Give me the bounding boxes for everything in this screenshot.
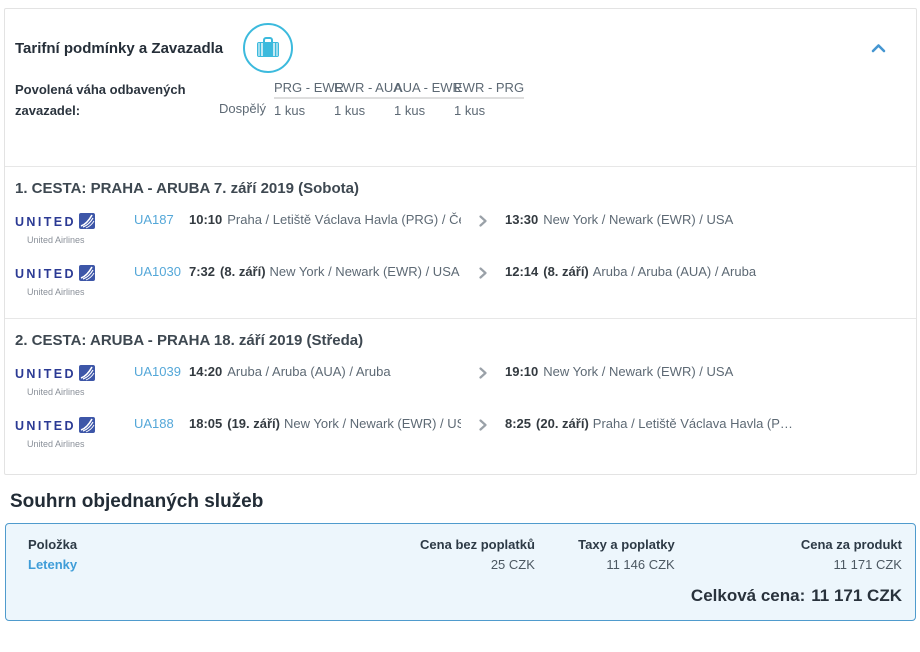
flight-row: UNITED United Airlines UA1039 14:20 Aruba… [5,354,916,406]
united-wordmark: UNITED [15,419,76,434]
flight-number[interactable]: UA188 [134,415,189,431]
column-header-taxes-fees: Taxy a poplatky [578,536,675,552]
journey-1-heading: 1. CESTA: PRAHA - ARUBA 7. září 2019 (So… [15,179,359,197]
united-globe-icon [78,364,95,384]
airline-logo: UNITED United Airlines [15,363,134,397]
order-summary-panel: Položka Cena bez poplatků Taxy a poplatk… [5,522,916,621]
journey-2-heading: 2. CESTA: ARUBA - PRAHA 18. září 2019 (S… [15,331,364,349]
united-wordmark: UNITED [15,367,76,382]
arrival-info: 8:25 (20. září) Praha / Letiště Václava Ha… [505,415,793,431]
segment-allowance: 1 kus [454,103,486,118]
segment-allowance: 1 kus [334,103,366,118]
baggage-allowance-table: Povolená váha odbavených zavazadel: Dosp… [5,73,916,122]
departure-info: 7:32 (8. září) New York / Newark (EWR) / U… [189,263,460,279]
united-wordmark: UNITED [15,267,76,282]
summary-heading: Souhrn objednaných služeb [10,490,264,512]
united-wordmark: UNITED [15,215,76,230]
total-price: Celková cena: 11 171 CZK [28,586,902,606]
price-without-fees-value: 25 CZK [490,556,535,572]
arrival-info: 12:14 (8. září) Aruba / Aruba (AUA) / Arub… [505,263,757,279]
baggage-segment: PRG - EWR 1 kus [274,80,345,122]
flight-row: UNITED United Airlines UA187 10:10 Praha … [5,202,916,254]
chevron-right-icon [461,363,505,382]
arrival-info: 19:10 New York / Newark (EWR) / USA [505,363,734,379]
flight-row: UNITED United Airlines UA188 18:05 (19. z… [5,406,916,458]
flight-number[interactable]: UA1039 [134,363,189,379]
column-header-product-price: Cena za produkt [800,536,902,552]
airline-name: United Airlines [27,386,85,397]
united-globe-icon [78,416,95,436]
baggage-allowance-label: Povolená váha odbavených zavazadel: [15,82,186,118]
departure-info: 14:20 Aruba / Aruba (AUA) / Aruba [189,363,391,379]
chevron-right-icon [461,415,505,434]
total-price-label: Celková cena: [690,585,806,605]
chevron-right-icon [461,211,505,230]
passenger-type-label: Dospělý [219,101,266,116]
united-globe-icon [78,264,95,284]
column-header-item: Položka [28,536,78,552]
departure-info: 10:10 Praha / Letiště Václava Havla (PRG)… [189,211,461,227]
united-globe-icon [78,212,95,232]
chevron-right-icon [461,263,505,282]
airline-name: United Airlines [27,438,85,449]
airline-logo: UNITED United Airlines [15,211,134,245]
flight-number[interactable]: UA187 [134,211,189,227]
fare-card-title: Tarifní podmínky a Zavazadla [15,39,224,57]
column-header-price-without-fees: Cena bez poplatků [420,536,535,552]
arrival-info: 13:30 New York / Newark (EWR) / USA [505,211,734,227]
airline-name: United Airlines [27,286,85,297]
chevron-up-icon [871,41,886,56]
summary-item-link[interactable]: Letenky [28,552,316,572]
total-price-value: 11 171 CZK [811,585,902,605]
airline-logo: UNITED United Airlines [15,263,134,297]
flight-number[interactable]: UA1030 [134,263,189,279]
summary-table: Položka Cena bez poplatků Taxy a poplatk… [28,537,902,572]
baggage-segment: EWR - AUA 1 kus [334,80,402,122]
segment-allowance: 1 kus [274,103,306,118]
flight-row: UNITED United Airlines UA1030 7:32 (8. zá… [5,254,916,306]
baggage-segment: AUA - EWR 1 kus [394,80,462,122]
airline-logo: UNITED United Airlines [15,415,134,449]
segment-route: AUA - EWR [394,80,462,99]
departure-info: 18:05 (19. září) New York / Newark (EWR) /… [189,415,461,431]
taxes-fees-value: 11 146 CZK [606,556,675,572]
airline-name: United Airlines [27,234,85,245]
collapse-section-button[interactable] [867,37,890,60]
segment-route: EWR - PRG [454,80,525,99]
fare-card-header: Tarifní podmínky a Zavazadla [5,9,916,73]
baggage-segment: EWR - PRG 1 kus [454,80,525,122]
baggage-icon [243,23,294,73]
fare-baggage-card: Tarifní podmínky a Zavazadla Povolená vá… [4,8,917,475]
product-price-value: 11 171 CZK [833,556,902,572]
segment-route: EWR - AUA [334,80,402,99]
segment-allowance: 1 kus [394,103,426,118]
